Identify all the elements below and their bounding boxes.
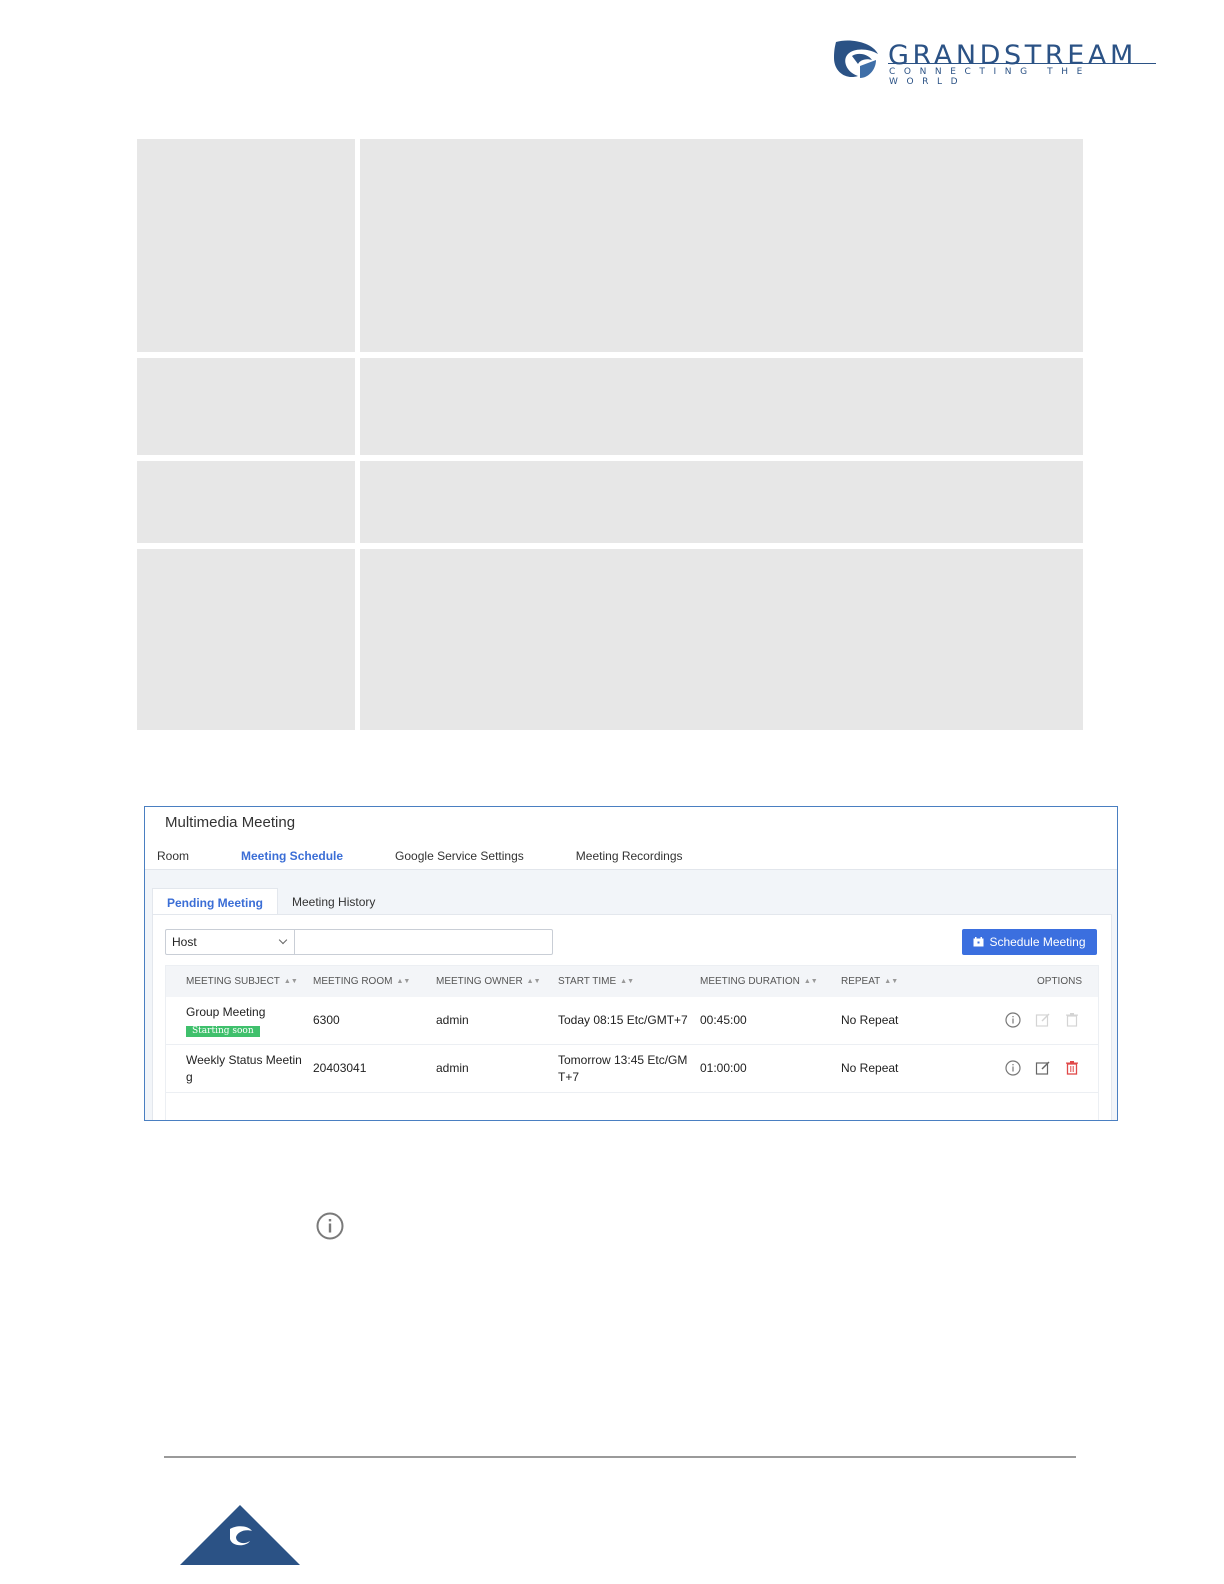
table-row: Weekly Status Meetin g 20403041 admin To… <box>166 1045 1098 1093</box>
brand-tagline: CONNECTING THE WORLD <box>889 67 1091 87</box>
pending-meeting-panel: Host Schedule Meeting MEETING SUBJECT ▲▼ … <box>152 914 1112 1120</box>
search-input[interactable] <box>296 930 552 956</box>
info-icon <box>316 1212 344 1240</box>
calendar-icon <box>973 937 984 947</box>
parameter-table <box>137 139 1083 736</box>
meeting-room: 6300 <box>313 1013 340 1027</box>
delete-icon[interactable] <box>1063 1059 1081 1077</box>
table-cell-label <box>137 461 355 543</box>
sort-icon: ▲▼ <box>283 978 298 985</box>
status-badge: Starting soon <box>186 1026 260 1037</box>
brand-divider <box>888 63 1156 64</box>
table-cell-description <box>360 549 1083 730</box>
edit-icon-disabled <box>1035 1013 1050 1027</box>
sub-tabs: Pending Meeting Meeting History <box>152 888 389 916</box>
tab-google-service-settings[interactable]: Google Service Settings <box>395 849 524 871</box>
sort-icon: ▲▼ <box>884 978 899 985</box>
sort-icon: ▲▼ <box>803 978 818 985</box>
meeting-duration: 01:00:00 <box>700 1061 747 1075</box>
column-header[interactable]: MEETING ROOM ▲▼ <box>313 976 410 987</box>
meeting-room: 20403041 <box>313 1061 367 1075</box>
main-tabs: Room Meeting Schedule Google Service Set… <box>157 849 683 876</box>
tab-room[interactable]: Room <box>157 849 189 871</box>
table-cell-label <box>137 549 355 730</box>
schedule-meeting-label: Schedule Meeting <box>989 935 1086 949</box>
meeting-schedule-screenshot: Multimedia Meeting Room Meeting Schedule… <box>144 806 1118 1121</box>
info-icon[interactable] <box>1004 1059 1022 1077</box>
start-time: Tomorrow 13:45 Etc/GM T+7 <box>558 1053 688 1084</box>
meeting-subject: Weekly Status Meetin g <box>186 1053 302 1084</box>
meeting-owner: admin <box>436 1013 469 1027</box>
table-cell-label <box>137 139 355 352</box>
table-row <box>137 358 1083 455</box>
sort-icon: ▲▼ <box>526 978 541 985</box>
grandstream-footer-logo-icon <box>180 1505 300 1565</box>
table-header: MEETING SUBJECT ▲▼ MEETING ROOM ▲▼ MEETING… <box>166 966 1098 997</box>
edit-icon[interactable] <box>1034 1059 1052 1077</box>
sort-icon: ▲▼ <box>396 978 411 985</box>
start-time: Today 08:15 Etc/GMT+7 <box>558 1013 688 1027</box>
schedule-meeting-button[interactable]: Schedule Meeting <box>962 929 1097 955</box>
page-title: Multimedia Meeting <box>165 814 296 831</box>
repeat: No Repeat <box>841 1013 899 1027</box>
table-cell-label <box>137 358 355 455</box>
tab-meeting-schedule[interactable]: Meeting Schedule <box>241 849 344 876</box>
brand-logo: GRANDSTREAM CONNECTING THE WORLD <box>832 38 1162 87</box>
tab-pending-meeting[interactable]: Pending Meeting <box>152 888 278 916</box>
column-header-options: OPTIONS <box>1037 976 1083 987</box>
meeting-table: MEETING SUBJECT ▲▼ MEETING ROOM ▲▼ MEETING… <box>165 965 1099 1120</box>
meeting-subject: Group Meeting Starting soon <box>186 1005 266 1037</box>
table-cell-description <box>360 358 1083 455</box>
filter-type-value: Host <box>172 935 197 949</box>
content-area: Pending Meeting Meeting History Host Sch… <box>145 870 1117 1120</box>
table-row: Group Meeting Starting soon 6300 admin T… <box>166 997 1098 1045</box>
table-row <box>137 549 1083 730</box>
meeting-owner: admin <box>436 1061 469 1075</box>
table-cell-description <box>360 139 1083 352</box>
column-header[interactable]: MEETING DURATION ▲▼ <box>700 976 818 987</box>
sort-icon: ▲▼ <box>620 978 635 985</box>
column-header[interactable]: MEETING OWNER ▲▼ <box>436 976 541 987</box>
footer-divider <box>164 1456 1076 1458</box>
tab-meeting-history[interactable]: Meeting History <box>278 888 389 915</box>
grandstream-logo-icon <box>834 40 878 78</box>
tab-meeting-recordings[interactable]: Meeting Recordings <box>576 849 683 871</box>
chevron-down-icon <box>278 935 288 945</box>
column-header[interactable]: REPEAT ▲▼ <box>841 976 898 987</box>
column-header[interactable]: START TIME ▲▼ <box>558 976 634 987</box>
info-icon[interactable] <box>1004 1011 1022 1029</box>
repeat: No Repeat <box>841 1061 899 1075</box>
delete-icon-disabled <box>1066 1013 1078 1027</box>
table-row <box>137 139 1083 352</box>
filter-type-select[interactable]: Host <box>166 930 295 954</box>
table-cell-description <box>360 461 1083 543</box>
meeting-duration: 00:45:00 <box>700 1013 747 1027</box>
search-filter: Host <box>165 929 553 956</box>
table-row <box>137 461 1083 543</box>
column-header[interactable]: MEETING SUBJECT ▲▼ <box>186 976 298 987</box>
